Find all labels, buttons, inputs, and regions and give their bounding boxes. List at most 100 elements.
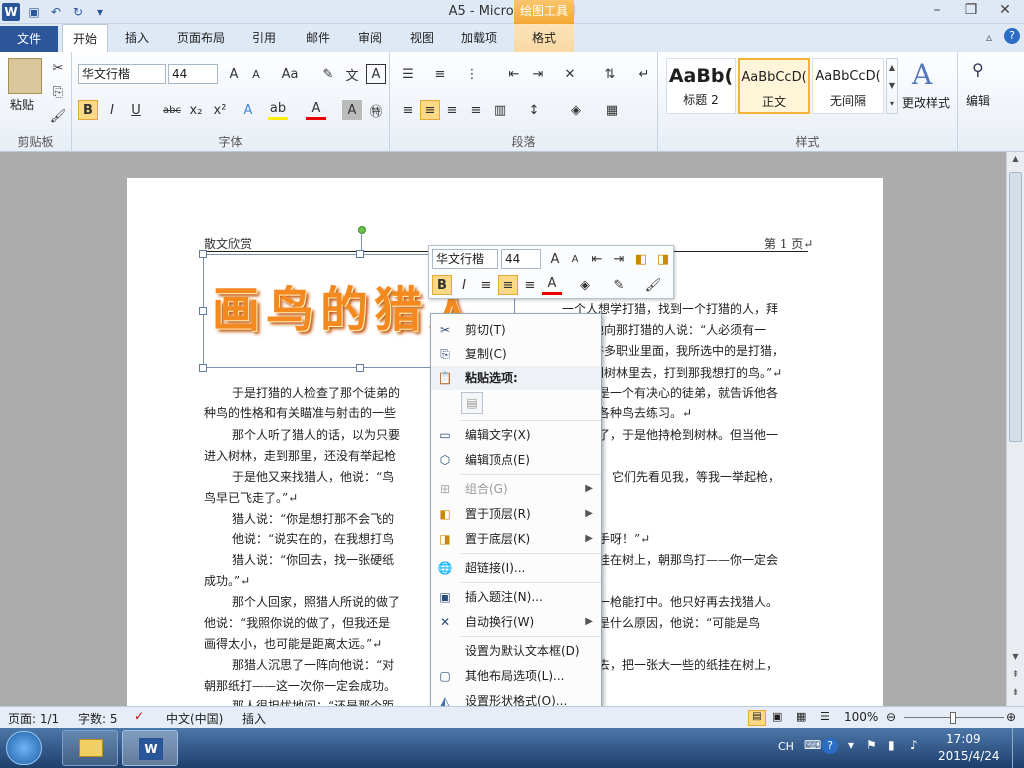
prev-page-icon[interactable]: ⇞ (1009, 670, 1022, 682)
cut-icon[interactable]: ✂ (48, 58, 68, 78)
outline-icon[interactable]: ☰ (820, 710, 830, 723)
ime-help-icon[interactable]: ? (822, 738, 838, 754)
status-words[interactable]: 字数: 5 (78, 710, 118, 727)
tab-review[interactable]: 审阅 (348, 24, 392, 52)
change-styles-icon[interactable]: A (912, 58, 932, 91)
vertical-scrollbar[interactable]: ▲ ▼ ⇞ ⇟ (1006, 152, 1024, 706)
shading-icon[interactable]: ◈ (566, 100, 586, 120)
align-center-icon[interactable]: ≡ (420, 100, 440, 120)
menu-send-to-back[interactable]: ◨ 置于底层(K) ▶ (431, 527, 601, 551)
menu-copy[interactable]: ⎘ 复制(C) (431, 342, 601, 366)
mini-shrink-font-icon[interactable]: A (565, 249, 585, 269)
restore-button[interactable]: ❐ (956, 0, 986, 20)
menu-cut[interactable]: ✂ 剪切(T) (431, 318, 601, 342)
zoom-thumb[interactable] (950, 712, 956, 724)
italic-icon[interactable]: I (102, 100, 122, 120)
underline-icon[interactable]: U (126, 100, 146, 120)
minimize-ribbon-icon[interactable]: ▵ (986, 30, 992, 44)
styles-scroll-icon[interactable]: ▲ ▼ ▾ (886, 58, 898, 114)
phonetic-guide-icon[interactable]: 文 (342, 64, 362, 84)
ime-tools-icon[interactable]: ⌨ (804, 738, 821, 752)
paste-button[interactable]: 粘贴 (10, 96, 34, 113)
shrink-font-icon[interactable]: A (246, 64, 266, 84)
mini-align-left-icon[interactable]: ≡ (476, 275, 496, 295)
mini-italic-icon[interactable]: I (454, 275, 474, 295)
menu-text-wrap[interactable]: ✕ 自动换行(W) ▶ (431, 610, 601, 634)
tab-page-layout[interactable]: 页面布局 (170, 24, 232, 52)
mini-align-right-icon[interactable]: ≡ (520, 275, 540, 295)
highlight-icon[interactable]: ab (268, 100, 288, 120)
align-left-icon[interactable]: ≡ (398, 100, 418, 120)
explorer-taskbar-button[interactable] (62, 730, 118, 766)
mini-bold-icon[interactable]: B (432, 275, 452, 295)
zoom-in-icon[interactable]: ⊕ (1006, 710, 1016, 724)
increase-indent-icon[interactable]: ⇥ (528, 64, 548, 84)
zoom-out-icon[interactable]: ⊖ (886, 710, 896, 724)
subscript-icon[interactable]: x₂ (186, 100, 206, 120)
font-color-icon[interactable]: A (306, 100, 326, 120)
resize-handle[interactable] (199, 364, 207, 372)
word-taskbar-button[interactable]: W (122, 730, 178, 766)
copy-icon[interactable]: ⎘ (48, 82, 68, 102)
mini-grow-font-icon[interactable]: A (545, 249, 565, 269)
change-case-icon[interactable]: Aa (280, 64, 300, 84)
paste-keep-icon[interactable]: ▤ (461, 392, 483, 414)
start-button[interactable] (6, 731, 42, 765)
binoculars-icon[interactable]: ⚲ (972, 60, 984, 79)
change-styles-button[interactable]: 更改样式 (902, 94, 950, 111)
status-language[interactable]: 中文(中国) (166, 710, 223, 727)
tab-file[interactable]: 文件 (0, 26, 58, 52)
status-zoom[interactable]: 100% (844, 710, 878, 724)
tab-addins[interactable]: 加载项 (452, 24, 506, 52)
network-icon[interactable]: ▮ (888, 738, 895, 752)
tab-format[interactable]: 格式 (514, 24, 574, 52)
minimize-button[interactable]: – (922, 0, 952, 20)
tab-view[interactable]: 视图 (400, 24, 444, 52)
show-desktop-button[interactable] (1012, 728, 1024, 768)
line-spacing-icon[interactable]: ↕ (524, 100, 544, 120)
clear-format-icon[interactable]: ✎ (318, 64, 338, 84)
mini-shape-fill-icon[interactable]: ◈ (575, 275, 595, 295)
borders-icon[interactable]: ▦ (602, 100, 622, 120)
editing-button[interactable]: 编辑 (966, 92, 990, 109)
menu-edit-points[interactable]: ⬡ 编辑顶点(E) (431, 448, 601, 472)
align-right-icon[interactable]: ≡ (442, 100, 462, 120)
superscript-icon[interactable]: x² (210, 100, 230, 120)
bold-icon[interactable]: B (78, 100, 98, 120)
mini-bring-forward-icon[interactable]: ◧ (631, 249, 651, 269)
enclose-char-icon[interactable]: ㊕ (366, 100, 386, 120)
bullets-icon[interactable]: ☰ (398, 64, 418, 84)
print-layout-icon[interactable]: ▤ (748, 710, 766, 726)
tab-home[interactable]: 开始 (62, 24, 108, 52)
clock-date[interactable]: 2015/4/24 (938, 749, 1000, 763)
tray-expand-icon[interactable]: ▾ (848, 738, 854, 752)
style-no-spacing[interactable]: AaBbCcD( 无间隔 (812, 58, 884, 114)
close-button[interactable]: ✕ (990, 0, 1020, 20)
resize-handle[interactable] (356, 364, 364, 372)
mini-increase-indent-icon[interactable]: ⇥ (609, 249, 629, 269)
grow-font-icon[interactable]: A (224, 64, 244, 84)
show-marks-icon[interactable]: ↵ (634, 64, 654, 84)
scroll-thumb[interactable] (1009, 172, 1022, 442)
status-page[interactable]: 页面: 1/1 (8, 710, 59, 727)
justify-icon[interactable]: ≡ (466, 100, 486, 120)
volume-icon[interactable]: ♪ (910, 738, 918, 752)
web-layout-icon[interactable]: ▦ (796, 710, 806, 723)
mini-size-combo[interactable]: 44 (501, 249, 541, 269)
menu-hyperlink[interactable]: 🌐 超链接(I)... (431, 556, 601, 580)
full-screen-icon[interactable]: ▣ (772, 710, 782, 723)
mini-shape-outline-icon[interactable]: ✎ (609, 275, 629, 295)
status-mode[interactable]: 插入 (242, 710, 266, 727)
mini-decrease-indent-icon[interactable]: ⇤ (587, 249, 607, 269)
decrease-indent-icon[interactable]: ⇤ (504, 64, 524, 84)
style-normal[interactable]: AaBbCcD( 正文 (738, 58, 810, 114)
help-icon[interactable]: ? (1004, 28, 1020, 44)
rotate-handle[interactable] (358, 226, 366, 234)
resize-handle[interactable] (199, 250, 207, 258)
sort-icon[interactable]: ⇅ (600, 64, 620, 84)
menu-edit-text[interactable]: ▭ 编辑文字(X) (431, 423, 601, 447)
paste-icon[interactable] (8, 58, 42, 94)
resize-handle[interactable] (199, 307, 207, 315)
strikethrough-icon[interactable]: abc (162, 100, 182, 120)
mini-send-backward-icon[interactable]: ◨ (653, 249, 673, 269)
